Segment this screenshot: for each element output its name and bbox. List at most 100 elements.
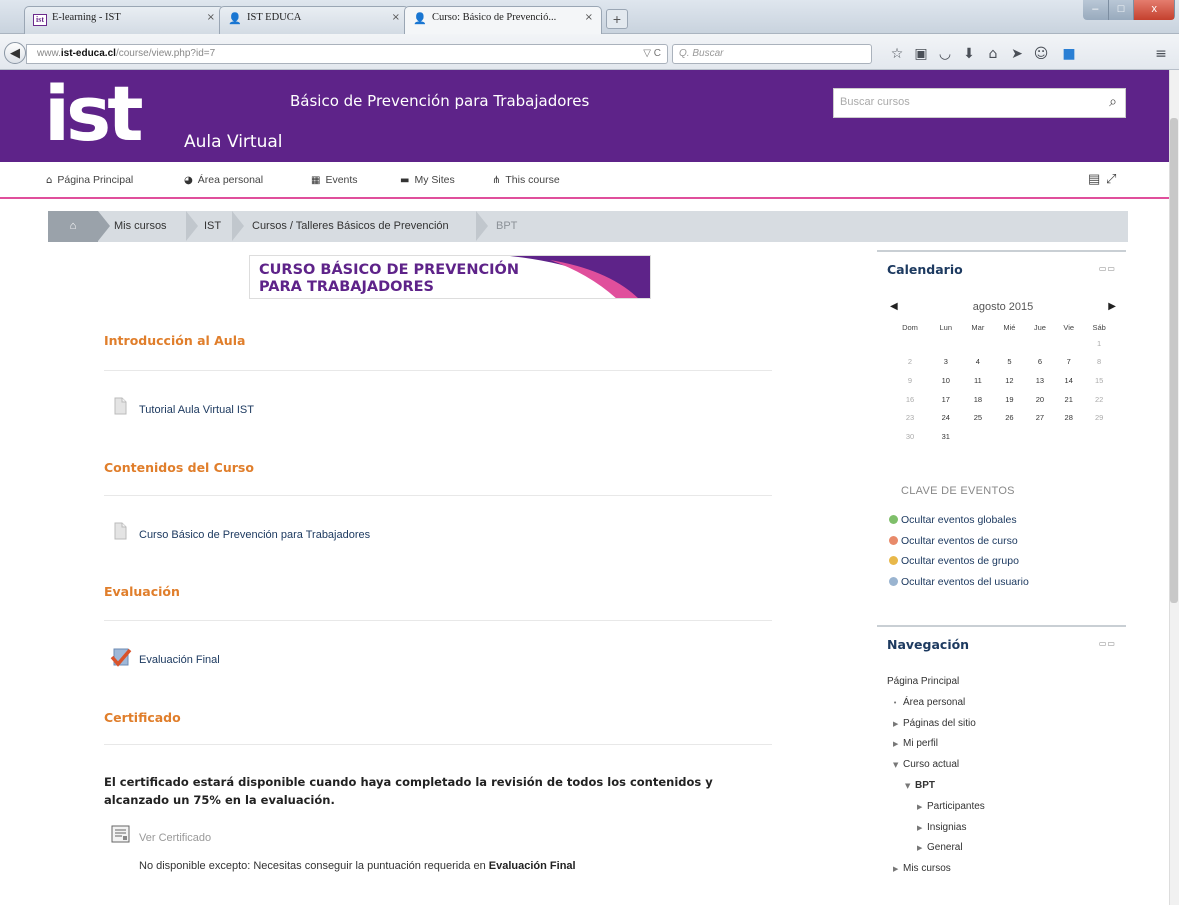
dock-icon[interactable]: ▤ (1088, 171, 1100, 187)
calendar-day[interactable]: 28 (1055, 408, 1082, 427)
reload-icon[interactable]: ▽ C (643, 48, 661, 59)
browser-search-input[interactable]: Q. Buscar (672, 44, 872, 64)
calendar-day[interactable]: 12 (994, 371, 1025, 390)
next-month-icon[interactable]: ▶ (1108, 301, 1116, 312)
nav-item[interactable]: ▶ General (917, 842, 963, 853)
maximize-button[interactable]: □ (1108, 0, 1135, 20)
calendar-day[interactable]: 29 (1082, 408, 1116, 427)
calendar-day[interactable]: 18 (962, 390, 995, 409)
calendar-day[interactable]: 31 (930, 427, 962, 446)
extension-icon[interactable]: ■ (1060, 45, 1078, 63)
close-tab-icon[interactable]: × (392, 12, 400, 23)
calendar-day[interactable]: 13 (1025, 371, 1056, 390)
home-icon[interactable]: ⌂ (984, 45, 1002, 63)
calendar-day (962, 334, 995, 353)
activity-tutorial-link[interactable]: Tutorial Aula Virtual IST (139, 404, 254, 416)
scrollbar-thumb[interactable] (1170, 118, 1178, 603)
menu-item-pagina-principal[interactable]: ⌂ Página Principal (46, 174, 133, 186)
close-tab-icon[interactable]: × (585, 12, 593, 23)
event-key-toggle[interactable]: Ocultar eventos globales (889, 514, 1017, 526)
nav-item[interactable]: ▶ Participantes (917, 801, 985, 812)
calendar-day[interactable]: 19 (994, 390, 1025, 409)
breadcrumb-home-icon[interactable]: ⌂ (48, 211, 98, 242)
section-title-contenidos[interactable]: Contenidos del Curso (104, 460, 254, 475)
search-icon[interactable]: ⌕ (1109, 94, 1117, 110)
browser-tab-ist-educa[interactable]: 👤 IST EDUCA × (219, 6, 409, 34)
calendar-day[interactable]: 3 (930, 353, 962, 372)
calendar-day[interactable]: 2 (890, 353, 930, 372)
calendar-day[interactable]: 22 (1082, 390, 1116, 409)
calendar-day[interactable]: 23 (890, 408, 930, 427)
event-key-toggle[interactable]: Ocultar eventos de grupo (889, 555, 1019, 567)
calendar-day[interactable]: 8 (1082, 353, 1116, 372)
search-courses-input[interactable]: Buscar cursos ⌕ (833, 88, 1126, 118)
close-window-button[interactable]: x (1134, 0, 1175, 20)
url-bar[interactable]: www.ist-educa.cl/course/view.php?id=7 ▽ … (26, 44, 668, 64)
section-title-introduccion[interactable]: Introducción al Aula (104, 333, 245, 348)
send-icon[interactable]: ➤ (1008, 45, 1026, 63)
breadcrumb-mis-cursos[interactable]: Mis cursos (114, 211, 167, 242)
weekday-label: Jue (1033, 322, 1046, 332)
calendar-day[interactable]: 21 (1055, 390, 1082, 409)
nav-item[interactable]: ▶ Mi perfil (893, 738, 938, 749)
calendar-day[interactable]: 20 (1025, 390, 1056, 409)
menu-item-events[interactable]: ▦ Events (311, 174, 358, 186)
calendar-day[interactable]: 4 (962, 353, 995, 372)
calendar-day[interactable]: 10 (930, 371, 962, 390)
calendar-day[interactable]: 17 (930, 390, 962, 409)
nav-item[interactable]: ▼ BPT (905, 780, 935, 791)
calendar-day[interactable]: 27 (1025, 408, 1056, 427)
menu-item-area-personal[interactable]: ◕ Área personal (184, 174, 263, 186)
block-controls-icon[interactable]: ▭▭ (1099, 639, 1116, 648)
calendar-day[interactable]: 5 (994, 353, 1025, 372)
download-icon[interactable]: ⬇ (960, 45, 978, 63)
calendar-day[interactable]: 1 (1082, 334, 1116, 353)
block-controls-icon[interactable]: ▭▭ (1099, 264, 1116, 273)
previous-month-icon[interactable]: ◀ (890, 301, 898, 312)
section-title-certificado[interactable]: Certificado (104, 710, 181, 725)
calendar-month-label[interactable]: agosto 2015 (973, 301, 1034, 313)
nav-item[interactable]: ▼ Curso actual (893, 759, 959, 770)
url-path: /course/view.php?id=7 (115, 48, 216, 59)
back-button[interactable]: ◀ (4, 42, 26, 64)
activity-evaluacion-link[interactable]: Evaluación Final (139, 654, 220, 666)
calendar-day[interactable]: 16 (890, 390, 930, 409)
ver-certificado-link[interactable]: Ver Certificado (139, 832, 211, 844)
fullscreen-icon[interactable]: ⤢ (1106, 171, 1116, 187)
calendar-day[interactable]: 15 (1082, 371, 1116, 390)
menu-icon[interactable]: ≡ (1152, 45, 1170, 63)
calendar-day[interactable]: 24 (930, 408, 962, 427)
event-key-toggle[interactable]: Ocultar eventos del usuario (889, 576, 1029, 588)
menu-item-this-course[interactable]: ⋔ This course (492, 174, 560, 186)
calendar-day[interactable]: 30 (890, 427, 930, 446)
close-tab-icon[interactable]: × (207, 12, 215, 23)
clipboard-icon[interactable]: ▣ (912, 45, 930, 63)
activity-curso-link[interactable]: Curso Básico de Prevención para Trabajad… (139, 529, 370, 541)
star-icon[interactable]: ☆ (888, 45, 906, 63)
nav-item[interactable]: ▶ Mis cursos (893, 863, 951, 874)
calendar-day[interactable]: 9 (890, 371, 930, 390)
nav-item[interactable]: Página Principal (887, 676, 959, 687)
calendar-day[interactable]: 6 (1025, 353, 1056, 372)
nav-item[interactable]: ▶ Insignias (917, 822, 966, 833)
browser-tab-curso[interactable]: 👤 Curso: Básico de Prevenció... × (404, 6, 602, 35)
pocket-icon[interactable]: ◡ (936, 45, 954, 63)
calendar-day[interactable]: 26 (994, 408, 1025, 427)
calendar-day[interactable]: 25 (962, 408, 995, 427)
minimize-button[interactable]: – (1083, 0, 1109, 20)
browser-tab-elearning[interactable]: ist E-learning - IST × (24, 6, 224, 34)
section-title-evaluacion[interactable]: Evaluación (104, 584, 180, 599)
nav-item[interactable]: • Área personal (893, 697, 965, 708)
breadcrumb-cursos-talleres[interactable]: Cursos / Talleres Básicos de Prevención (252, 211, 449, 242)
nav-item[interactable]: ▶ Páginas del sitio (893, 718, 976, 729)
event-key-toggle[interactable]: Ocultar eventos de curso (889, 535, 1018, 547)
calendar-day[interactable]: 14 (1055, 371, 1082, 390)
ist-logo[interactable]: ist (44, 74, 144, 154)
breadcrumb-ist[interactable]: IST (204, 211, 221, 242)
chat-icon[interactable]: ☺ (1032, 45, 1050, 63)
calendar-day[interactable]: 11 (962, 371, 995, 390)
menu-item-my-sites[interactable]: ▬ My Sites (400, 174, 455, 186)
calendar-day[interactable]: 7 (1055, 353, 1082, 372)
navigation-block: Navegación ▭▭ (877, 625, 1126, 887)
new-tab-button[interactable]: + (606, 9, 628, 29)
